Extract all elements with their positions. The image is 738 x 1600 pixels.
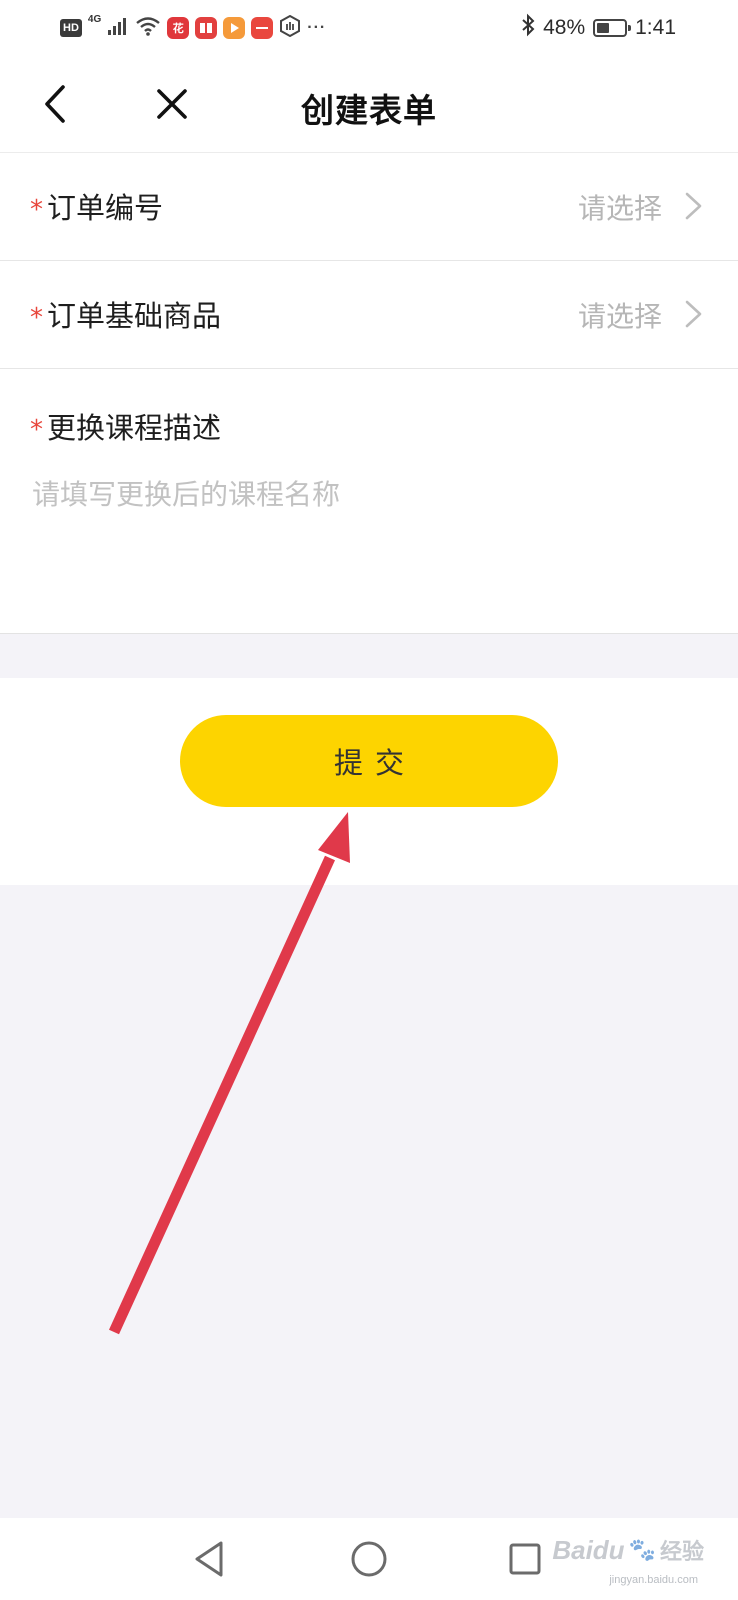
required-mark: *	[30, 303, 43, 333]
reader-icon	[195, 17, 218, 39]
huabei-icon: 花	[167, 17, 190, 39]
page-title: 创建表单	[301, 91, 437, 130]
base-product-label-text: 订单基础商品	[47, 299, 222, 333]
status-bar: HD 4G 花 ··· 48% 1:41	[0, 0, 738, 56]
baidu-jingyan-watermark: Baidu 🐾 经验	[552, 1534, 704, 1566]
top-bar: 创建表单	[0, 56, 738, 153]
battery-icon	[593, 19, 632, 37]
watermark-logo: Baidu	[552, 1534, 625, 1565]
nav-home-button[interactable]	[346, 1536, 392, 1582]
submit-button[interactable]: 提交	[180, 715, 558, 807]
hd-badge: HD	[60, 19, 82, 37]
required-mark: *	[30, 415, 43, 445]
status-left: HD 4G 花 ···	[60, 14, 326, 42]
base-product-label: * 订单基础商品	[30, 293, 221, 335]
required-mark: *	[30, 195, 43, 225]
wifi-icon	[135, 15, 161, 41]
nav-recents-button[interactable]	[502, 1536, 548, 1582]
nav-recents-icon	[509, 1543, 541, 1575]
system-nav-bar: Baidu 🐾 经验 jingyan.baidu.com	[0, 1518, 738, 1600]
course-description-label-text: 更换课程描述	[47, 411, 222, 445]
nav-back-button[interactable]	[187, 1536, 233, 1582]
more-notifications: ···	[307, 19, 327, 36]
huawei-store-icon	[251, 17, 274, 39]
chevron-right-icon	[685, 192, 702, 220]
base-product-select[interactable]: 请选择	[578, 295, 662, 335]
course-description-input[interactable]	[28, 469, 708, 609]
hand-icon	[279, 14, 301, 41]
course-description-label: * 更换课程描述	[30, 405, 221, 447]
base-product-row[interactable]: * 订单基础商品 请选择	[0, 261, 738, 369]
bluetooth-icon	[521, 13, 535, 43]
battery-percent: 48%	[543, 16, 586, 39]
watermark-url: jingyan.baidu.com	[609, 1574, 698, 1586]
battery-level-fill	[597, 23, 610, 33]
status-right: 48% 1:41	[521, 13, 676, 43]
paw-icon: 🐾	[628, 1537, 656, 1563]
clock: 1:41	[635, 16, 676, 39]
order-number-label-text: 订单编号	[47, 191, 164, 225]
order-number-select[interactable]: 请选择	[578, 187, 662, 227]
video-icon	[223, 17, 246, 39]
nav-back-icon	[195, 1541, 223, 1577]
chevron-right-icon	[685, 300, 702, 328]
submit-section: 提交	[0, 678, 738, 885]
order-number-label: * 订单编号	[30, 185, 163, 227]
order-number-row[interactable]: * 订单编号 请选择	[0, 153, 738, 261]
network-type: 4G	[87, 14, 102, 25]
signal-icon	[107, 16, 129, 40]
nav-home-icon	[351, 1541, 387, 1577]
form-card: * 订单编号 请选择 * 订单基础商品 请选择 * 更换课程描述	[0, 153, 738, 634]
course-description-block: * 更换课程描述	[0, 369, 738, 634]
watermark-text: 经验	[659, 1540, 704, 1565]
